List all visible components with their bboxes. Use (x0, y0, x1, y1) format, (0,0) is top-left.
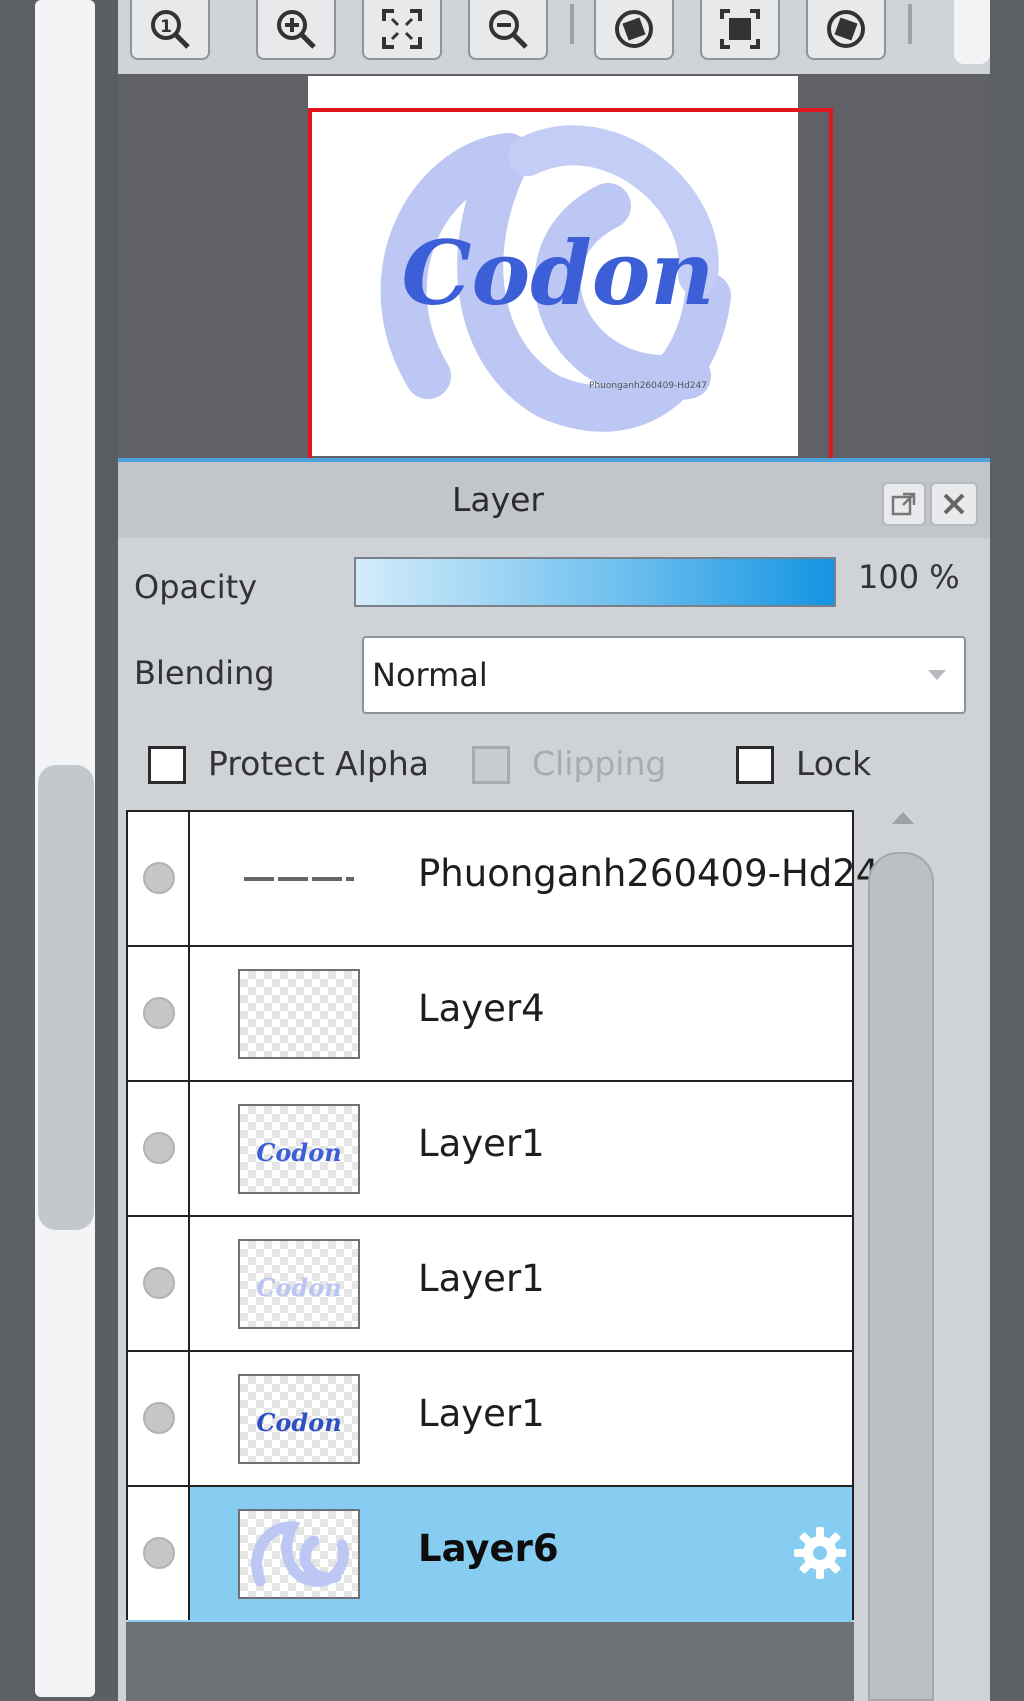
layer-thumbnail: Codon (238, 1104, 360, 1194)
layer-list-empty-area (126, 1622, 854, 1701)
visibility-dot-icon (143, 1267, 175, 1299)
popout-button[interactable] (882, 482, 926, 526)
rotate-left-icon (615, 10, 653, 48)
layer-name: Layer1 (418, 1392, 545, 1435)
visibility-toggle[interactable] (128, 812, 190, 945)
layer-thumbnail (238, 834, 360, 924)
layer-thumbnail: Codon (238, 1239, 360, 1329)
layer-thumbnail (238, 1509, 360, 1599)
zoom-out-icon (489, 10, 528, 49)
layer-name: Phuonganh260409-Hd247 (418, 852, 903, 895)
layer-name: Layer1 (418, 1257, 545, 1300)
navigator-toolbar: 1 (118, 0, 990, 76)
opacity-slider[interactable] (354, 557, 836, 607)
visibility-dot-icon (143, 1537, 175, 1569)
blending-label: Blending (134, 654, 275, 692)
layer-list-scrollbar-thumb[interactable] (868, 852, 934, 1701)
rotate-right-button[interactable] (806, 0, 886, 60)
visibility-toggle[interactable] (128, 1352, 190, 1485)
layer-name: Layer6 (418, 1527, 559, 1570)
visibility-dot-icon (143, 1402, 175, 1434)
close-icon (943, 493, 965, 515)
close-button[interactable] (930, 482, 978, 526)
visibility-toggle[interactable] (128, 1217, 190, 1350)
rotate-left-button[interactable] (594, 0, 674, 60)
layer-row[interactable]: Codon Layer1 (128, 1082, 852, 1217)
layer-panel-title: Layer (451, 480, 544, 519)
navigator-view[interactable]: Codon Phuonganh260409-Hd247 (118, 74, 990, 460)
vertical-scrollbar-thumb[interactable] (38, 765, 94, 1230)
visibility-toggle[interactable] (128, 1487, 190, 1620)
blending-mode-select[interactable]: Normal (362, 636, 966, 714)
rotate-right-icon (827, 10, 865, 48)
visibility-toggle[interactable] (128, 947, 190, 1080)
panel-divider (98, 0, 118, 1697)
popout-icon (891, 492, 916, 516)
lock-checkbox[interactable] (736, 746, 774, 784)
blending-mode-value: Normal (372, 656, 488, 694)
zoom-out-button[interactable] (468, 0, 548, 60)
clipping-checkbox (472, 746, 510, 784)
layer-row[interactable]: Codon Layer1 (128, 1217, 852, 1352)
reset-view-button[interactable] (700, 0, 780, 60)
zoom-actual-size-icon: 1 (151, 10, 190, 49)
layer-panel-titlebar[interactable]: Layer (118, 462, 990, 538)
svg-text:Codon: Codon (256, 1273, 341, 1302)
zoom-in-button[interactable] (256, 0, 336, 60)
layer-name: Layer1 (418, 1122, 545, 1165)
toolbar-separator (570, 4, 574, 44)
svg-text:1: 1 (160, 17, 172, 37)
protect-alpha-label: Protect Alpha (208, 744, 429, 783)
protect-alpha-checkbox[interactable] (148, 746, 186, 784)
reset-view-icon (720, 9, 760, 49)
gear-icon[interactable] (790, 1523, 850, 1583)
svg-text:Codon: Codon (256, 1408, 341, 1437)
layer-thumbnail: Codon (238, 1374, 360, 1464)
opacity-label: Opacity (134, 568, 258, 606)
layer-name: Layer4 (418, 987, 545, 1030)
visibility-dot-icon (143, 862, 175, 894)
visibility-dot-icon (143, 1132, 175, 1164)
fit-to-window-button[interactable] (362, 0, 442, 60)
toolbar-end-cap (954, 0, 990, 64)
right-edge (990, 0, 1024, 1697)
layer-row[interactable]: Layer4 (128, 947, 852, 1082)
fit-to-window-icon (382, 9, 422, 49)
layer-thumbnail (238, 969, 360, 1059)
layer-row-selected[interactable]: Layer6 (128, 1487, 852, 1622)
layer-panel: Layer Opacity 100 % Blending Normal Prot… (118, 458, 990, 1701)
visibility-dot-icon (143, 997, 175, 1029)
toolbar-separator (908, 4, 912, 44)
svg-text:Codon: Codon (256, 1138, 341, 1167)
visibility-toggle[interactable] (128, 1082, 190, 1215)
layer-row[interactable]: Phuonganh260409-Hd247 (128, 812, 903, 947)
chevron-down-icon (928, 670, 946, 680)
scroll-up-arrow-icon[interactable] (892, 812, 914, 824)
zoom-in-icon (277, 10, 316, 49)
lock-label: Lock (796, 744, 872, 783)
clipping-label: Clipping (532, 744, 667, 783)
opacity-value: 100 % (858, 558, 960, 596)
layer-list: Phuonganh260409-Hd247 Layer4 Codon Layer… (126, 810, 903, 1622)
zoom-actual-size-button[interactable]: 1 (130, 0, 210, 60)
navigator-viewport-frame[interactable] (308, 108, 833, 460)
layer-row[interactable]: Codon Layer1 (128, 1352, 852, 1487)
layer-list-scrollbar[interactable] (860, 812, 946, 1701)
